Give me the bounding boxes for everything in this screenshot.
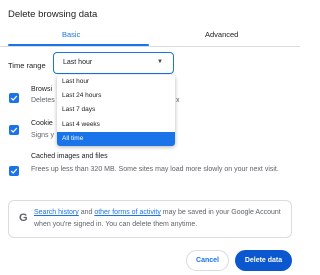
google-notice-text: Search history and other forms of activi… [34, 209, 281, 228]
cookies-title: Cookie [31, 120, 53, 127]
dropdown-option-last-hour[interactable]: Last hour [57, 75, 175, 89]
cached-images-title: Cached images and files [31, 153, 108, 160]
dropdown-option-last-24-hours[interactable]: Last 24 hours [57, 89, 175, 103]
cancel-button[interactable]: Cancel [186, 250, 229, 271]
time-range-select[interactable]: Last hour ▼ [53, 52, 174, 74]
tab-advanced[interactable]: Advanced [205, 30, 238, 39]
dialog-title: Delete browsing data [8, 9, 98, 20]
cookies-checkbox[interactable] [9, 125, 19, 135]
time-range-value: Last hour [63, 59, 93, 66]
google-account-notice: G Search history and other forms of acti… [8, 200, 292, 238]
browsing-history-desc: Deletes [31, 97, 55, 104]
cached-images-checkbox[interactable] [9, 166, 19, 176]
active-tab-indicator [8, 44, 149, 46]
dropdown-option-all-time[interactable]: All time [57, 131, 175, 146]
cached-images-desc: Frees up less than 320 MB. Some sites ma… [31, 166, 279, 173]
cookies-desc: Signs y [31, 132, 54, 139]
delete-data-button[interactable]: Delete data [235, 250, 292, 271]
tab-bar: Basic Advanced [0, 26, 300, 47]
dropdown-arrow-icon: ▼ [157, 59, 163, 65]
browsing-history-checkbox[interactable] [9, 93, 19, 103]
checkmark-icon [10, 127, 18, 133]
time-range-label: Time range [8, 61, 46, 70]
tab-basic[interactable]: Basic [62, 30, 80, 39]
google-g-icon: G [19, 212, 28, 224]
dropdown-option-last-4-weeks[interactable]: Last 4 weeks [57, 118, 175, 132]
other-activity-link[interactable]: other forms of activity [94, 209, 161, 216]
checkmark-icon [10, 95, 18, 101]
checkmark-icon [10, 168, 18, 174]
dropdown-option-last-7-days[interactable]: Last 7 days [57, 103, 175, 117]
time-range-dropdown-list: Last hour Last 24 hours Last 7 days Last… [57, 75, 175, 146]
browsing-history-desc-tail: x [176, 97, 180, 104]
browsing-history-title: Browsi [31, 86, 53, 93]
search-history-link[interactable]: Search history [34, 209, 79, 216]
